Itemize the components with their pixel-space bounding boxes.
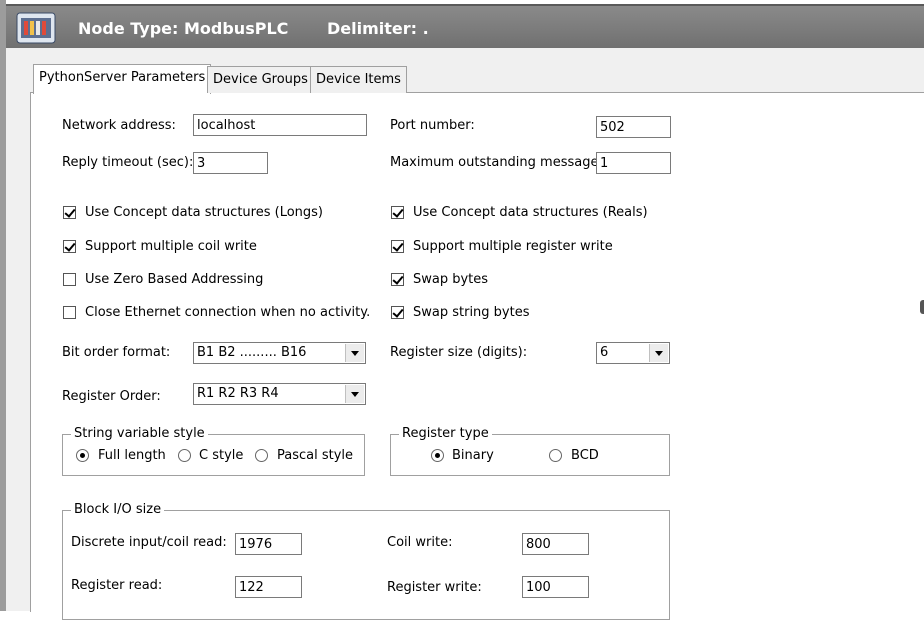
network-address-field[interactable]: localhost <box>193 114 367 136</box>
register-write-field[interactable]: 100 <box>522 576 589 598</box>
full-length-radio[interactable] <box>76 449 89 462</box>
register-order-dropdown[interactable]: R1 R2 R3 R4 <box>193 383 366 405</box>
max-outstanding-label: Maximum outstanding messages: <box>390 155 610 170</box>
multi-register-write-checkbox[interactable] <box>391 240 404 253</box>
register-type-legend: Register type <box>399 426 492 441</box>
close-ethernet-checkbox[interactable] <box>63 306 76 319</box>
network-address-label: Network address: <box>62 118 176 133</box>
register-order-label: Register Order: <box>62 389 161 404</box>
c-style-radio[interactable] <box>178 449 191 462</box>
register-size-dropdown[interactable]: 6 <box>596 342 670 364</box>
concept-reals-label: Use Concept data structures (Reals) <box>413 205 648 220</box>
discrete-input-coil-read-field[interactable]: 1976 <box>235 533 302 555</box>
pascal-style-label: Pascal style <box>277 448 354 463</box>
concept-longs-label: Use Concept data structures (Longs) <box>85 205 324 220</box>
reply-timeout-field[interactable]: 3 <box>193 152 268 174</box>
block-io-size-group: Block I/O size Discrete input/coil read:… <box>62 502 670 620</box>
string-variable-style-group: String variable style Full length C styl… <box>62 426 365 476</box>
multi-coil-write-label: Support multiple coil write <box>85 239 257 254</box>
multi-register-write-label: Support multiple register write <box>413 239 613 254</box>
coil-write-label: Coil write: <box>387 535 453 550</box>
bcd-label: BCD <box>571 448 599 463</box>
node-header: Node Type: ModbusPLC Delimiter: . <box>6 4 924 50</box>
max-outstanding-field[interactable]: 1 <box>596 152 671 174</box>
concept-reals-checkbox[interactable] <box>391 206 404 219</box>
chevron-down-icon[interactable] <box>649 344 668 362</box>
delimiter-label: Delimiter: . <box>327 19 429 38</box>
register-write-label: Register write: <box>387 580 482 595</box>
block-io-size-legend: Block I/O size <box>71 502 165 517</box>
coil-write-field[interactable]: 800 <box>522 533 589 555</box>
discrete-input-coil-read-label: Discrete input/coil read: <box>71 535 227 550</box>
swap-bytes-checkbox[interactable] <box>391 273 404 286</box>
zero-based-addressing-checkbox[interactable] <box>63 273 76 286</box>
bit-order-value: B1 B2 ......... B16 <box>197 345 307 360</box>
chevron-down-icon[interactable] <box>345 344 364 362</box>
register-size-value: 6 <box>600 345 609 360</box>
pascal-style-radio[interactable] <box>255 449 268 462</box>
register-order-value: R1 R2 R3 R4 <box>197 386 279 401</box>
close-ethernet-label: Close Ethernet connection when no activi… <box>85 305 371 320</box>
full-length-label: Full length <box>98 448 166 463</box>
bcd-radio[interactable] <box>549 449 562 462</box>
register-read-label: Register read: <box>71 578 163 593</box>
binary-label: Binary <box>452 448 494 463</box>
node-type-title: Node Type: ModbusPLC <box>78 19 289 38</box>
chevron-down-icon[interactable] <box>345 385 364 403</box>
bit-order-dropdown[interactable]: B1 B2 ......... B16 <box>193 342 366 364</box>
modbus-plc-node-icon <box>16 12 56 44</box>
register-read-field[interactable]: 122 <box>235 576 302 598</box>
register-type-group: Register type Binary BCD <box>390 426 670 476</box>
binary-radio[interactable] <box>431 449 444 462</box>
register-size-label: Register size (digits): <box>390 345 528 360</box>
swap-string-bytes-checkbox[interactable] <box>391 306 404 319</box>
swap-bytes-label: Swap bytes <box>413 272 489 287</box>
swap-string-bytes-label: Swap string bytes <box>413 305 530 320</box>
string-variable-style-legend: String variable style <box>71 426 208 441</box>
concept-longs-checkbox[interactable] <box>63 206 76 219</box>
tab-pythonserver-parameters[interactable]: PythonServer Parameters <box>33 64 212 94</box>
bit-order-label: Bit order format: <box>62 345 171 360</box>
reply-timeout-label: Reply timeout (sec): <box>62 155 194 170</box>
port-number-field[interactable]: 502 <box>596 116 671 138</box>
tab-device-items[interactable]: Device Items <box>310 66 407 93</box>
tab-device-groups[interactable]: Device Groups <box>207 66 314 93</box>
port-number-label: Port number: <box>390 118 475 133</box>
splitter-handle[interactable] <box>920 300 924 314</box>
zero-based-addressing-label: Use Zero Based Addressing <box>85 272 264 287</box>
c-style-label: C style <box>199 448 244 463</box>
multi-coil-write-checkbox[interactable] <box>63 240 76 253</box>
